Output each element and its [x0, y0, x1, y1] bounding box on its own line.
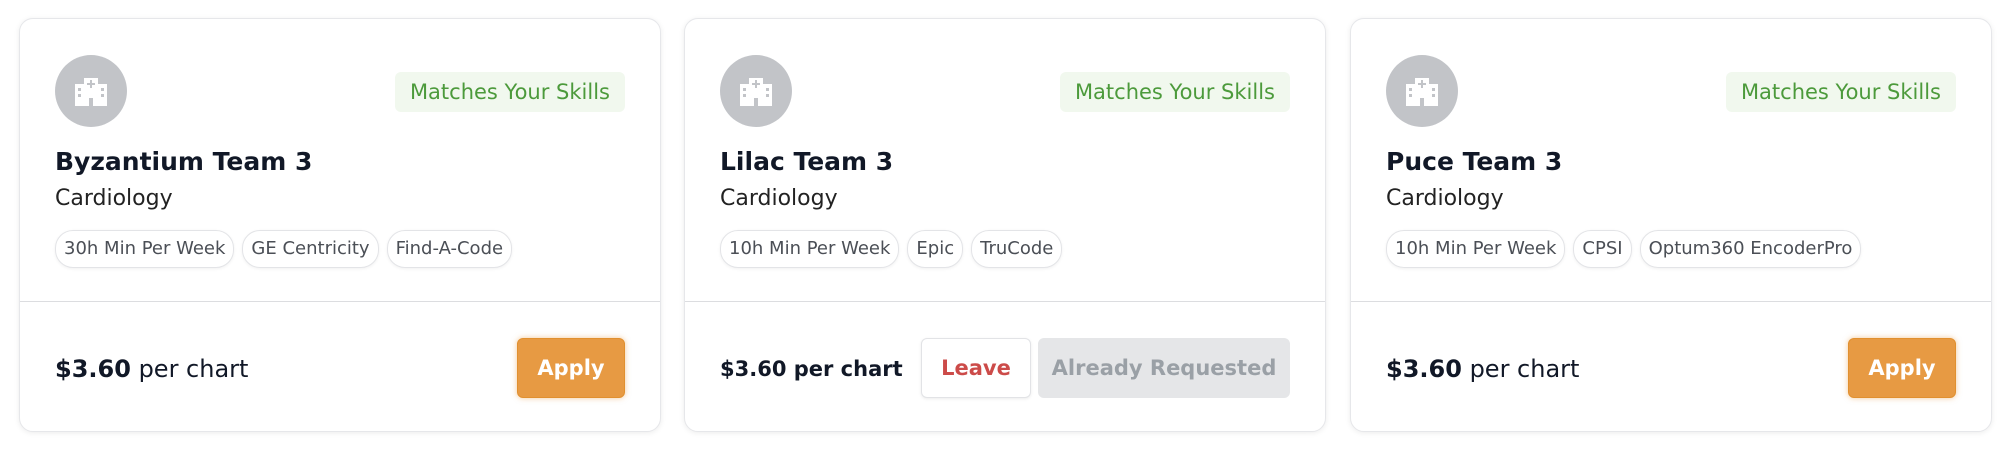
card-divider	[1351, 301, 1991, 302]
price-unit: per chart	[1469, 355, 1580, 383]
skills-match-badge: Matches Your Skills	[1725, 72, 1956, 112]
card-divider	[685, 301, 1325, 302]
team-title: Puce Team 3	[1386, 147, 1563, 176]
tag-min-hours: 30h Min Per Week	[55, 230, 235, 268]
card-divider	[20, 301, 660, 302]
price-amount: $3.60	[55, 355, 131, 383]
price-per-chart: $3.60 per chart	[1386, 355, 1579, 383]
team-card: Matches Your Skills Puce Team 3 Cardiolo…	[1350, 18, 1992, 432]
team-card: Matches Your Skills Lilac Team 3 Cardiol…	[684, 18, 1326, 432]
team-title: Lilac Team 3	[720, 147, 894, 176]
tag-list: 10h Min Per Week Epic TruCode	[720, 230, 1063, 268]
team-specialty: Cardiology	[55, 186, 173, 211]
team-specialty: Cardiology	[1386, 186, 1504, 211]
tag-min-hours: 10h Min Per Week	[720, 230, 900, 268]
hospital-icon	[55, 55, 127, 127]
tag-software: GE Centricity	[242, 230, 379, 268]
apply-button[interactable]: Apply	[1848, 338, 1956, 398]
team-card: Matches Your Skills Byzantium Team 3 Car…	[19, 18, 661, 432]
tag-min-hours: 10h Min Per Week	[1386, 230, 1566, 268]
already-requested-button: Already Requested	[1038, 338, 1290, 398]
skills-match-badge: Matches Your Skills	[394, 72, 625, 112]
price-per-chart: $3.60 per chart	[720, 357, 903, 381]
tag-list: 30h Min Per Week GE Centricity Find-A-Co…	[55, 230, 513, 268]
team-specialty: Cardiology	[720, 186, 838, 211]
tag-software: Optum360 EncoderPro	[1639, 230, 1862, 268]
price-unit: per chart	[138, 355, 249, 383]
tag-software: Find-A-Code	[386, 230, 513, 268]
hospital-icon	[1386, 55, 1458, 127]
tag-list: 10h Min Per Week CPSI Optum360 EncoderPr…	[1386, 230, 1862, 268]
team-title: Byzantium Team 3	[55, 147, 313, 176]
price-amount: $3.60	[1386, 355, 1462, 383]
apply-button[interactable]: Apply	[517, 338, 625, 398]
leave-button[interactable]: Leave	[921, 338, 1031, 398]
tag-software: TruCode	[971, 230, 1063, 268]
tag-software: Epic	[907, 230, 964, 268]
tag-software: CPSI	[1573, 230, 1632, 268]
team-card-list: Matches Your Skills Byzantium Team 3 Car…	[0, 0, 2010, 458]
skills-match-badge: Matches Your Skills	[1059, 72, 1290, 112]
price-per-chart: $3.60 per chart	[55, 355, 248, 383]
hospital-icon	[720, 55, 792, 127]
